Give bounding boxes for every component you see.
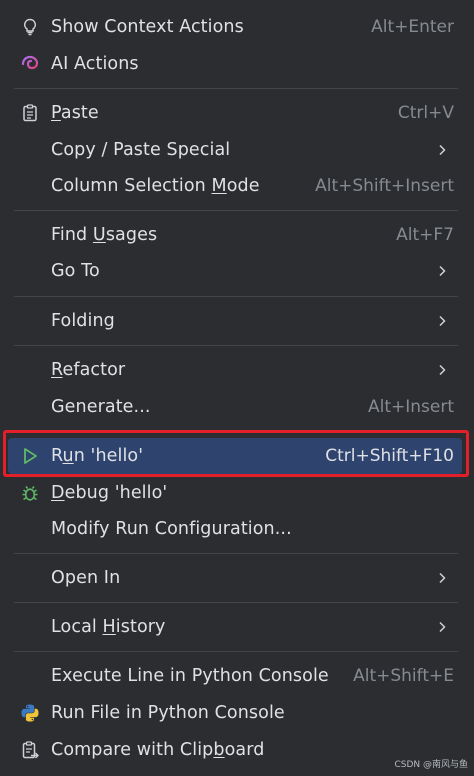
chevron-right-icon [439,572,446,584]
compare-clipboard-icon [20,740,40,760]
lightbulb-icon [20,17,40,37]
menu-item-show-context-actions[interactable]: Show Context Actions Alt+Enter [8,9,462,45]
bug-icon [20,483,40,503]
menu-item-label: Paste [51,103,99,123]
menu-item-shortcut: Alt+Shift+E [353,666,454,686]
menu-separator [14,210,458,211]
menu-item-paste[interactable]: Paste Ctrl+V [8,95,462,131]
menu-item-label: Debug 'hello' [51,483,168,503]
menu-item-label: Copy / Paste Special [51,140,231,160]
menu-item-label: Refactor [51,360,126,380]
menu-item-find-usages[interactable]: Find Usages Alt+F7 [8,217,462,253]
menu-item-shortcut: Ctrl+V [397,103,454,123]
menu-item-label: Execute Line in Python Console [51,666,329,686]
watermark: CSDN @南风与鱼 [394,760,468,770]
menu-item-open-in[interactable]: Open In [8,560,462,596]
menu-separator [14,88,458,89]
ai-spiral-icon [20,54,40,74]
menu-item-column-selection-mode[interactable]: Column Selection Mode Alt+Shift+Insert [8,168,462,204]
menu-item-label: Run File in Python Console [51,703,285,723]
menu-item-folding[interactable]: Folding [8,303,462,339]
menu-item-label: Open In [51,568,121,588]
menu-item-label: Column Selection Mode [51,176,260,196]
menu-item-generate[interactable]: Generate... Alt+Insert [8,389,462,425]
menu-item-refactor[interactable]: Refactor [8,352,462,388]
menu-item-shortcut: Alt+Shift+Insert [315,176,454,196]
menu-separator [14,602,458,603]
menu-item-shortcut: Alt+Enter [371,17,454,37]
menu-item-label: Folding [51,311,115,331]
menu-item-modify-run-configuration[interactable]: Modify Run Configuration... [8,511,462,547]
menu-item-shortcut: Alt+F7 [396,225,454,245]
menu-item-label: Modify Run Configuration... [51,519,292,539]
menu-item-execute-line-python-console[interactable]: Execute Line in Python Console Alt+Shift… [8,658,462,694]
menu-item-label: Local History [51,617,166,637]
menu-item-label: Compare with Clipboard [51,740,265,760]
python-icon [20,703,40,723]
menu-item-copy-paste-special[interactable]: Copy / Paste Special [8,132,462,168]
menu-item-debug[interactable]: Debug 'hello' [8,475,462,511]
menu-item-go-to[interactable]: Go To [8,253,462,289]
menu-separator [14,553,458,554]
clipboard-icon [20,103,40,123]
menu-separator [14,651,458,652]
menu-item-label: Find Usages [51,225,158,245]
context-menu: Show Context Actions Alt+Enter AI Action… [0,0,474,776]
menu-separator [14,296,458,297]
chevron-right-icon [439,364,446,376]
chevron-right-icon [439,315,446,327]
menu-item-local-history[interactable]: Local History [8,609,462,645]
menu-item-run-file-python-console[interactable]: Run File in Python Console [8,695,462,731]
menu-item-shortcut: Alt+Insert [367,397,454,417]
menu-item-label: Generate... [51,397,151,417]
menu-item-ai-actions[interactable]: AI Actions [8,46,462,82]
menu-separator [14,345,458,346]
menu-item-label: Show Context Actions [51,17,244,37]
menu-item-label: Go To [51,261,100,281]
menu-item-label: AI Actions [51,54,139,74]
chevron-right-icon [439,265,446,277]
annotation-highlight-box [3,430,469,477]
chevron-right-icon [439,621,446,633]
chevron-right-icon [439,144,446,156]
